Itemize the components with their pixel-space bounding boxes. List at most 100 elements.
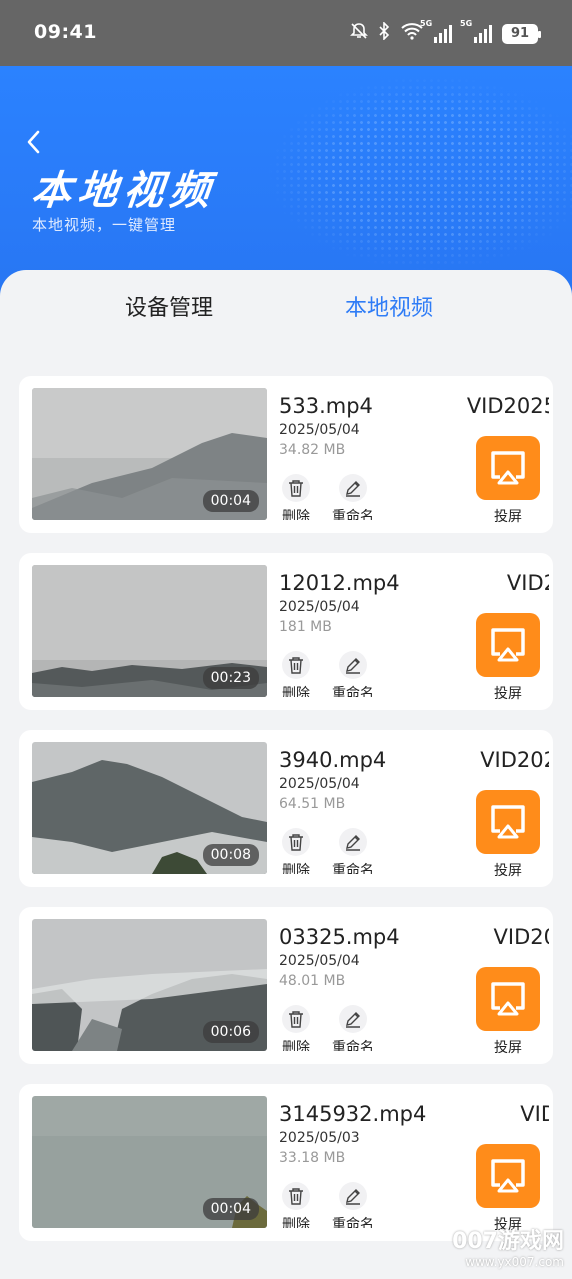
- delete-label: 删除: [282, 509, 310, 520]
- screen-cast-icon: [491, 805, 525, 839]
- video-card[interactable]: 00:08 3940.mp4 VID202 2025/05/04 64.51 M…: [19, 730, 553, 887]
- video-duration: 00:23: [202, 667, 259, 689]
- delete-label: 删除: [282, 686, 310, 697]
- video-duration: 00:08: [202, 844, 259, 866]
- rename-button[interactable]: 重命名: [327, 828, 379, 874]
- cast-button[interactable]: 投屏: [473, 967, 543, 1057]
- trash-icon: [289, 1188, 303, 1205]
- status-time: 09:41: [34, 21, 97, 43]
- video-date: 2025/05/04: [279, 776, 360, 792]
- video-date: 2025/05/03: [279, 1130, 360, 1146]
- video-size: 48.01 MB: [279, 973, 346, 989]
- rename-label: 重命名: [332, 509, 374, 520]
- video-filename: 12012.mp4: [279, 571, 400, 595]
- page-title: 本地视频: [29, 168, 218, 214]
- cast-button[interactable]: 投屏: [473, 790, 543, 880]
- video-date: 2025/05/04: [279, 953, 360, 969]
- cast-label: 投屏: [494, 863, 522, 879]
- video-card[interactable]: 00:04 3145932.mp4 VID 2025/05/03 33.18 M…: [19, 1084, 553, 1241]
- status-icons: 5G 5G 91: [350, 19, 541, 45]
- pencil-icon: [346, 658, 360, 674]
- network-tag-2: 5G: [460, 18, 473, 28]
- pencil-icon: [346, 835, 360, 851]
- video-duration: 00:04: [202, 490, 259, 512]
- video-filename: 3145932.mp4: [279, 1102, 427, 1126]
- video-duration: 00:06: [202, 1021, 259, 1043]
- content-panel: 设备管理 本地视频 00:04 533.mp4 VID2025 2025/05/…: [0, 270, 572, 1279]
- video-date: 2025/05/04: [279, 422, 360, 438]
- cast-label: 投屏: [494, 1040, 522, 1056]
- trash-icon: [289, 1011, 303, 1028]
- tab-device-management[interactable]: 设备管理: [125, 290, 213, 322]
- delete-button[interactable]: 删除: [279, 651, 313, 697]
- rename-button[interactable]: 重命名: [327, 1005, 379, 1051]
- video-filename-prefix: VID2: [506, 571, 549, 595]
- video-filename: 533.mp4: [279, 394, 373, 418]
- tab-local-video[interactable]: 本地视频: [345, 290, 433, 322]
- trash-icon: [289, 480, 303, 497]
- cast-button[interactable]: 投屏: [473, 1144, 543, 1234]
- video-filename-prefix: VID: [520, 1102, 549, 1126]
- battery-icon: 91: [502, 23, 541, 44]
- pencil-icon: [346, 1012, 360, 1028]
- video-thumbnail[interactable]: 00:06: [32, 919, 267, 1051]
- delete-label: 删除: [282, 1217, 310, 1228]
- video-thumbnail[interactable]: 00:04: [32, 388, 267, 520]
- site-watermark: 007游戏网 www.yx007.com: [452, 1223, 564, 1269]
- screen-cast-icon: [491, 451, 525, 485]
- delete-button[interactable]: 删除: [279, 474, 313, 520]
- cast-button[interactable]: 投屏: [473, 436, 543, 526]
- signal-icon-1: 5G: [420, 19, 452, 43]
- video-filename-prefix: VID20: [493, 925, 549, 949]
- video-card[interactable]: 00:04 533.mp4 VID2025 2025/05/04 34.82 M…: [19, 376, 553, 533]
- pencil-icon: [346, 1189, 360, 1205]
- rename-label: 重命名: [332, 686, 374, 697]
- delete-button[interactable]: 删除: [279, 1182, 313, 1228]
- delete-button[interactable]: 删除: [279, 828, 313, 874]
- bluetooth-icon: [378, 21, 390, 45]
- delete-label: 删除: [282, 863, 310, 874]
- screen-cast-icon: [491, 628, 525, 662]
- pencil-icon: [346, 481, 360, 497]
- video-thumbnail[interactable]: 00:23: [32, 565, 267, 697]
- trash-icon: [289, 657, 303, 674]
- rename-label: 重命名: [332, 863, 374, 874]
- rename-label: 重命名: [332, 1040, 374, 1051]
- video-size: 33.18 MB: [279, 1150, 346, 1166]
- page-subtitle: 本地视频，一键管理: [32, 216, 177, 234]
- rename-button[interactable]: 重命名: [327, 474, 379, 520]
- video-thumbnail[interactable]: 00:04: [32, 1096, 267, 1228]
- cast-button[interactable]: 投屏: [473, 613, 543, 703]
- rename-label: 重命名: [332, 1217, 374, 1228]
- rename-button[interactable]: 重命名: [327, 651, 379, 697]
- status-bar: 09:41 5G 5G 91: [0, 0, 572, 66]
- video-card[interactable]: 00:06 03325.mp4 VID20 2025/05/04 48.01 M…: [19, 907, 553, 1064]
- video-filename: 3940.mp4: [279, 748, 387, 772]
- cast-label: 投屏: [494, 686, 522, 702]
- trash-icon: [289, 834, 303, 851]
- video-thumbnail[interactable]: 00:08: [32, 742, 267, 874]
- network-tag: 5G: [420, 18, 433, 28]
- delete-button[interactable]: 删除: [279, 1005, 313, 1051]
- video-card[interactable]: 00:23 12012.mp4 VID2 2025/05/04 181 MB 删…: [19, 553, 553, 710]
- screen-cast-icon: [491, 1159, 525, 1193]
- watermark-logo-text: 007游戏网: [452, 1229, 564, 1254]
- video-filename-prefix: VID2025: [466, 394, 549, 418]
- video-size: 64.51 MB: [279, 796, 346, 812]
- video-date: 2025/05/04: [279, 599, 360, 615]
- page-header: 本地视频 本地视频，一键管理: [0, 66, 572, 296]
- video-duration: 00:04: [202, 1198, 259, 1220]
- watermark-url: www.yx007.com: [465, 1255, 564, 1269]
- video-size: 181 MB: [279, 619, 332, 635]
- video-size: 34.82 MB: [279, 442, 346, 458]
- video-filename-prefix: VID202: [480, 748, 549, 772]
- back-icon[interactable]: [24, 128, 44, 156]
- video-filename: 03325.mp4: [279, 925, 400, 949]
- signal-icon-2: 5G: [460, 19, 492, 43]
- mute-icon: [350, 22, 368, 45]
- world-map-decoration: [232, 66, 572, 296]
- delete-label: 删除: [282, 1040, 310, 1051]
- cast-label: 投屏: [494, 509, 522, 525]
- rename-button[interactable]: 重命名: [327, 1182, 379, 1228]
- screen-cast-icon: [491, 982, 525, 1016]
